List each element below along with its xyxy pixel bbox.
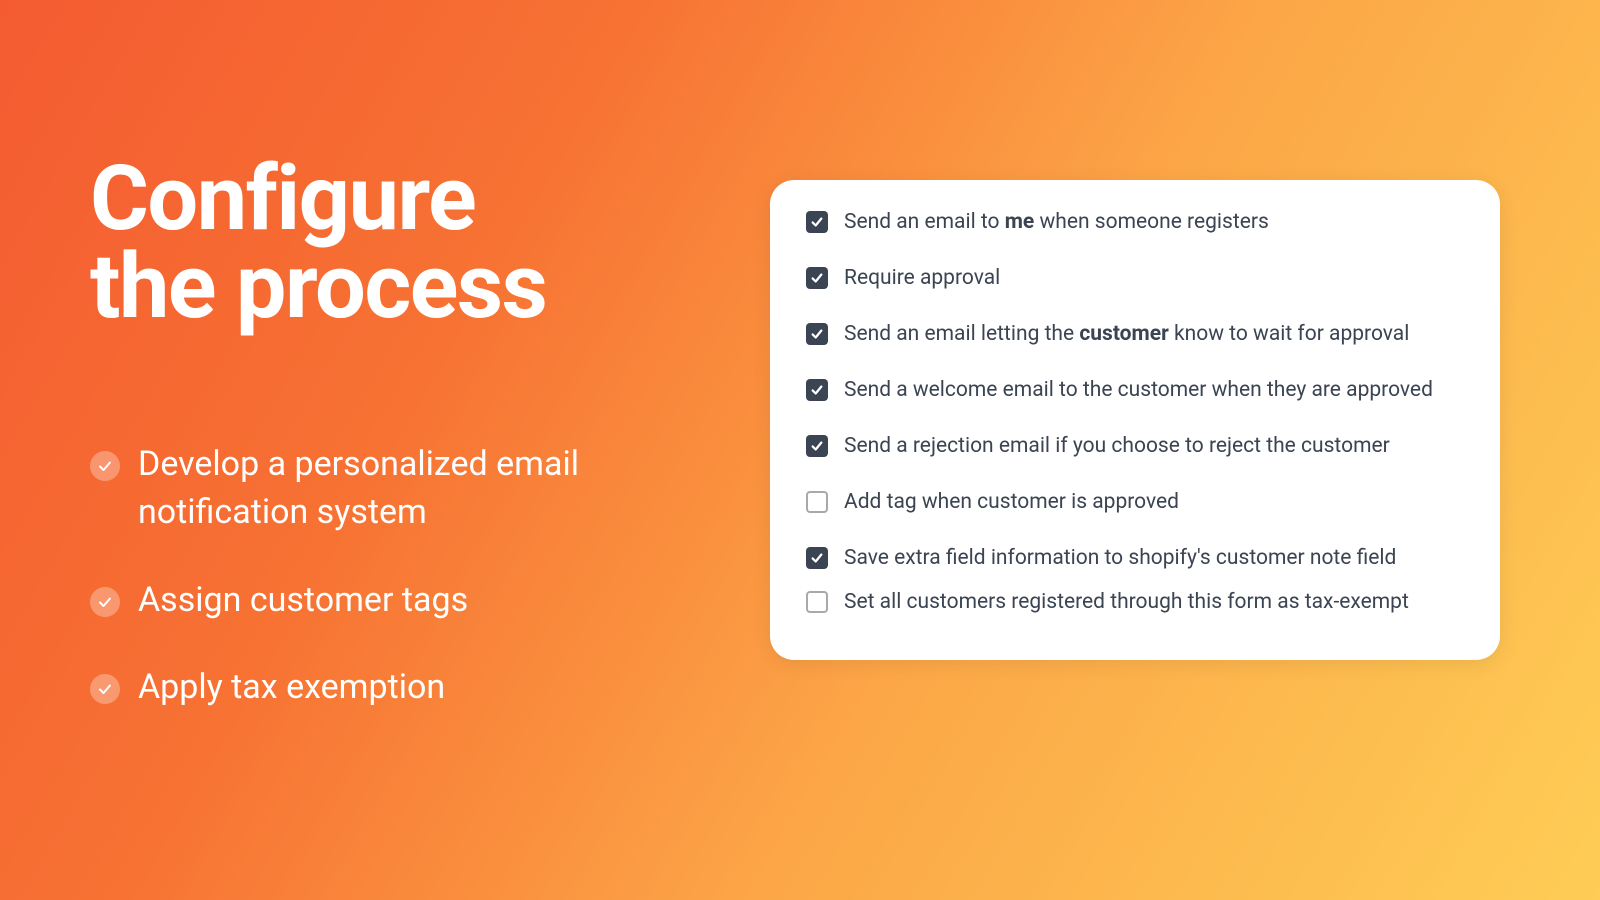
option-row-require-approval: Require approval xyxy=(806,266,1464,290)
option-row-email-me: Send an email to me when someone registe… xyxy=(806,210,1464,234)
heading-line2: the process xyxy=(90,234,546,339)
option-label: Send an email letting the customer know … xyxy=(844,322,1409,346)
options-card: Send an email to me when someone registe… xyxy=(770,180,1500,660)
checkbox-add-tag[interactable] xyxy=(806,491,828,513)
bullet-item: Develop a personalized email notificatio… xyxy=(90,441,690,536)
bullet-list: Develop a personalized email notificatio… xyxy=(90,441,690,711)
checkbox-email-me[interactable] xyxy=(806,211,828,233)
option-label: Set all customers registered through thi… xyxy=(844,590,1409,614)
option-row-email-customer-wait: Send an email letting the customer know … xyxy=(806,322,1464,346)
option-row-rejection-email: Send a rejection email if you choose to … xyxy=(806,434,1464,458)
option-label: Add tag when customer is approved xyxy=(844,490,1179,514)
option-label: Send an email to me when someone registe… xyxy=(844,210,1269,234)
option-row-add-tag: Add tag when customer is approved xyxy=(806,490,1464,514)
checkbox-email-customer-wait[interactable] xyxy=(806,323,828,345)
bullet-text: Develop a personalized email notificatio… xyxy=(138,441,690,536)
left-panel: Configure the process Develop a personal… xyxy=(0,0,750,900)
option-label: Send a welcome email to the customer whe… xyxy=(844,378,1433,402)
right-panel: Send an email to me when someone registe… xyxy=(750,0,1600,900)
option-label: Save extra field information to shopify'… xyxy=(844,546,1396,570)
check-icon xyxy=(90,451,120,481)
option-label: Require approval xyxy=(844,266,1000,290)
option-row-tax-exempt: Set all customers registered through thi… xyxy=(806,590,1464,614)
bullet-item: Assign customer tags xyxy=(90,577,690,625)
page-title: Configure the process xyxy=(90,155,690,331)
checkbox-require-approval[interactable] xyxy=(806,267,828,289)
checkbox-tax-exempt[interactable] xyxy=(806,591,828,613)
checkbox-welcome-email[interactable] xyxy=(806,379,828,401)
bullet-text: Apply tax exemption xyxy=(138,664,690,712)
option-label: Send a rejection email if you choose to … xyxy=(844,434,1390,458)
checkbox-rejection-email[interactable] xyxy=(806,435,828,457)
option-row-welcome-email: Send a welcome email to the customer whe… xyxy=(806,378,1464,402)
bullet-text: Assign customer tags xyxy=(138,577,690,625)
check-icon xyxy=(90,674,120,704)
check-icon xyxy=(90,587,120,617)
main-container: Configure the process Develop a personal… xyxy=(0,0,1600,900)
bullet-item: Apply tax exemption xyxy=(90,664,690,712)
checkbox-save-extra-field[interactable] xyxy=(806,547,828,569)
option-row-save-extra-field: Save extra field information to shopify'… xyxy=(806,546,1464,570)
